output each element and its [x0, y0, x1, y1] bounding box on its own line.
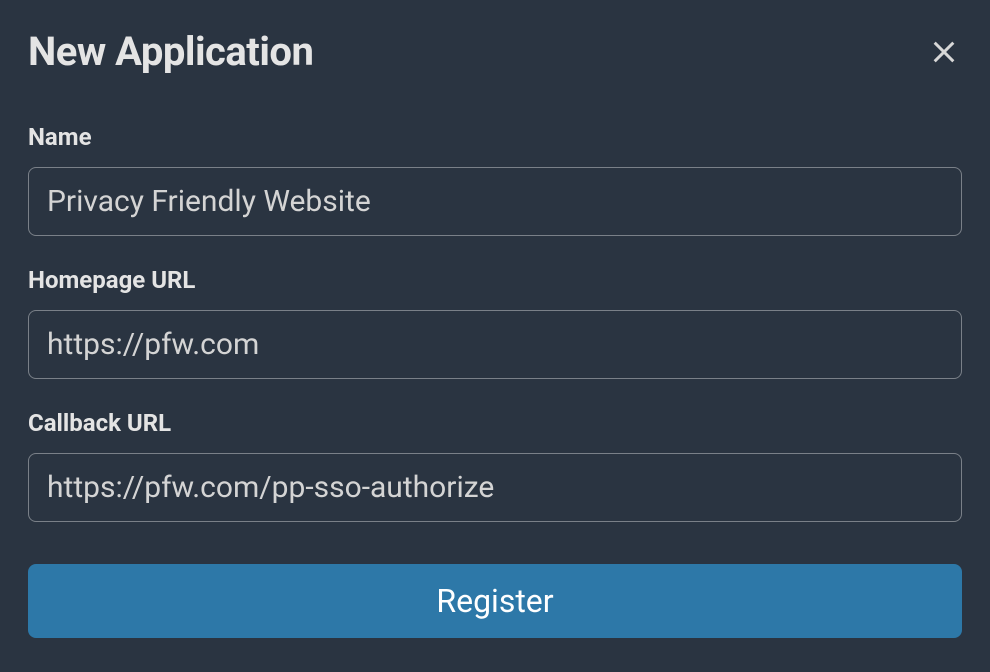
form-group-callback: Callback URL	[28, 409, 962, 522]
close-icon	[930, 38, 958, 66]
form-group-homepage: Homepage URL	[28, 266, 962, 379]
callback-input[interactable]	[28, 453, 962, 522]
homepage-input[interactable]	[28, 310, 962, 379]
close-button[interactable]	[926, 34, 962, 70]
dialog-title: New Application	[28, 28, 313, 75]
dialog-header: New Application	[28, 28, 962, 75]
callback-label: Callback URL	[28, 409, 962, 437]
form-group-name: Name	[28, 123, 962, 236]
name-label: Name	[28, 123, 962, 151]
register-button[interactable]: Register	[28, 564, 962, 638]
homepage-label: Homepage URL	[28, 266, 962, 294]
name-input[interactable]	[28, 167, 962, 236]
